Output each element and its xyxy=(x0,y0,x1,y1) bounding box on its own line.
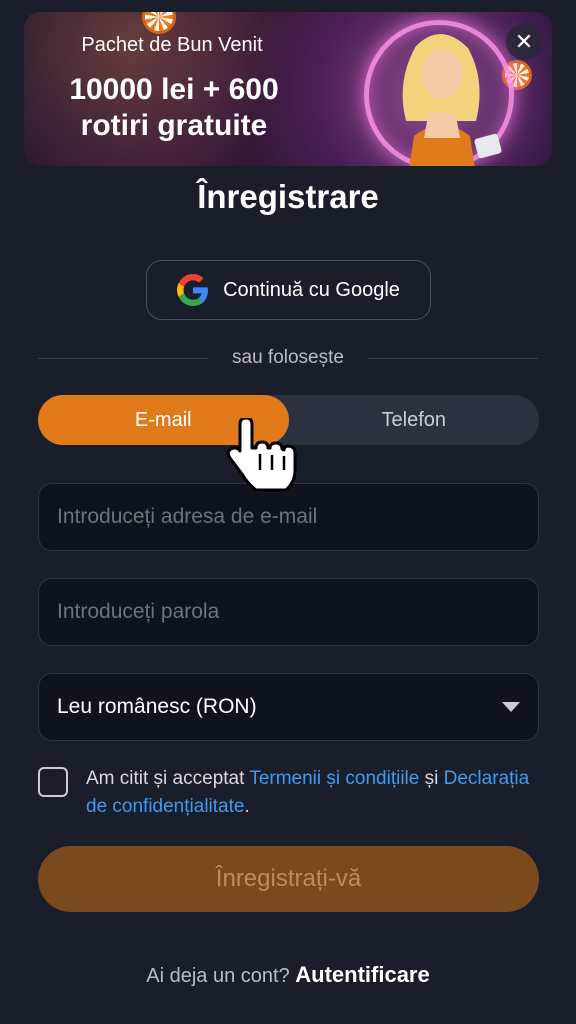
google-signin-button[interactable]: Continuă cu Google xyxy=(146,260,431,320)
google-icon xyxy=(177,274,209,306)
banner-title: 10000 lei + 600 rotiri gratuite xyxy=(44,72,304,144)
terms-link[interactable]: Termenii și condițiile xyxy=(249,768,419,789)
terms-checkbox[interactable] xyxy=(38,767,68,797)
divider-text: sau folosește xyxy=(232,347,344,368)
banner-title-line2: rotiri gratuite xyxy=(80,109,268,142)
terms-text-before: Am citit și acceptat xyxy=(86,768,250,789)
or-divider: sau folosește xyxy=(38,344,538,372)
terms-text-after: . xyxy=(244,796,250,817)
close-icon[interactable]: ✕ xyxy=(506,24,542,60)
casino-chip-icon xyxy=(142,12,176,34)
promo-hostess-illustration xyxy=(402,33,502,166)
divider-line xyxy=(367,357,538,359)
password-input[interactable] xyxy=(57,600,520,624)
page-title: Înregistrare xyxy=(197,178,379,215)
email-input[interactable] xyxy=(57,505,520,529)
password-field[interactable] xyxy=(38,578,539,646)
terms-text-middle: și xyxy=(419,768,444,789)
login-link[interactable]: Autentificare xyxy=(295,962,429,987)
banner-subtitle: Pachet de Bun Venit xyxy=(81,34,263,56)
hand-cursor-icon xyxy=(226,418,297,492)
divider-line xyxy=(38,357,209,359)
currency-select[interactable]: Leu românesc (RON) xyxy=(38,673,539,741)
chevron-down-icon xyxy=(502,702,520,712)
terms-row: Am citit și acceptat Termenii și condiți… xyxy=(38,765,538,821)
register-button[interactable]: Înregistrați-vă xyxy=(38,846,539,912)
currency-select-value: Leu românesc (RON) xyxy=(57,695,257,718)
google-button-label: Continuă cu Google xyxy=(223,278,400,301)
promo-banner[interactable]: Pachet de Bun Venit 10000 lei + 600 roti… xyxy=(24,12,552,166)
terms-text: Am citit și acceptat Termenii și condiți… xyxy=(86,765,538,821)
login-question: Ai deja un cont? xyxy=(146,965,290,987)
banner-title-line1: 10000 lei + 600 xyxy=(69,73,279,106)
tab-phone[interactable]: Telefon xyxy=(289,395,540,445)
login-prompt: Ai deja un cont? Autentificare xyxy=(0,962,576,988)
